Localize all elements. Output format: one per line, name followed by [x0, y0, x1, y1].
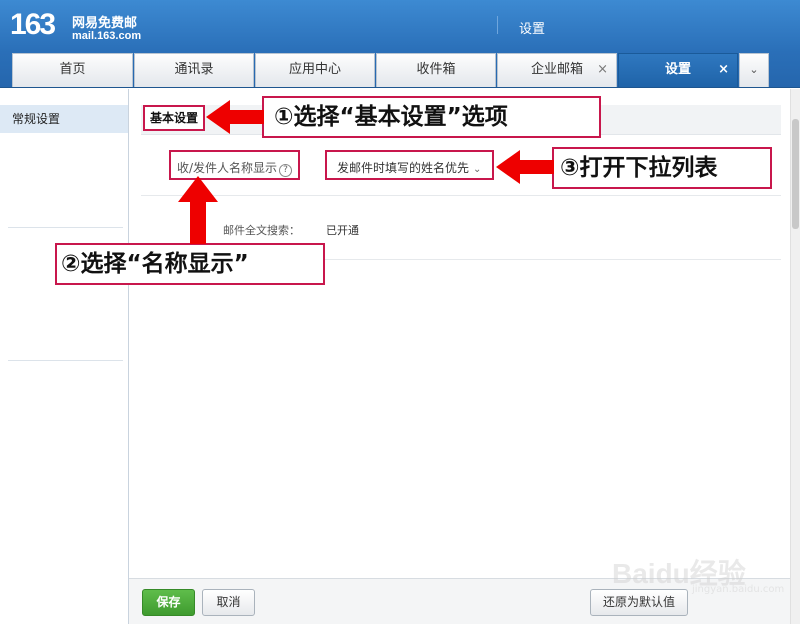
tab-contacts[interactable]: 通讯录 — [134, 53, 254, 87]
tab-inbox[interactable]: 收件箱 — [376, 53, 496, 87]
fulltext-search-label: 邮件全文搜索： — [223, 224, 300, 237]
header-title: 设置 — [519, 22, 546, 37]
cancel-button[interactable]: 取消 — [202, 589, 255, 616]
annotation-highlight-dropdown — [325, 150, 494, 180]
tab-app-center[interactable]: 应用中心 — [255, 53, 375, 87]
sidebar-item-general-settings[interactable]: 常规设置 — [0, 105, 128, 133]
tab-label: 通讯录 — [174, 62, 214, 77]
tab-more-button[interactable]: ⌄ — [739, 53, 769, 87]
sidebar-divider — [8, 360, 123, 361]
scrollbar[interactable] — [790, 89, 800, 624]
logo-slogan: 网易免费邮 — [72, 16, 138, 31]
fulltext-search-status: 已开通 — [326, 224, 359, 237]
tab-home[interactable]: 首页 — [12, 53, 133, 87]
tab-label: 收件箱 — [416, 62, 456, 77]
sidebar-divider — [8, 227, 123, 228]
close-icon[interactable]: × — [718, 54, 729, 86]
tab-label: 设置 — [664, 62, 691, 77]
tab-label: 首页 — [59, 62, 86, 77]
annotation-step-name-display: ②选择“名称显示” — [55, 243, 325, 285]
annotation-step2-dropdown: ③打开下拉列表 — [552, 147, 772, 189]
tab-settings[interactable]: 设置 × — [618, 53, 738, 87]
row-divider — [141, 195, 781, 196]
logo[interactable]: 163 网易免费邮 mail.163.com — [10, 8, 150, 44]
save-button[interactable]: 保存 — [142, 589, 195, 616]
reset-default-button[interactable]: 还原为默认值 — [590, 589, 688, 616]
header-divider — [497, 16, 498, 34]
tab-label: 应用中心 — [288, 62, 341, 77]
watermark-sub: jingyan.baidu.com — [692, 584, 785, 595]
arrow-left-icon — [206, 100, 264, 134]
baidu-watermark: Baidu经验 jingyan.baidu.com — [612, 528, 784, 595]
sidebar: 常规设置 — [0, 89, 129, 624]
tab-enterprise-mail[interactable]: 企业邮箱 × — [497, 53, 617, 87]
arrow-up-icon — [178, 176, 218, 244]
close-icon[interactable]: × — [597, 54, 608, 86]
section-title: 基本设置 — [149, 111, 198, 125]
annotation-step1: ①选择“基本设置”选项 — [262, 96, 601, 138]
scrollbar-thumb[interactable] — [792, 119, 799, 229]
tab-label: 企业邮箱 — [530, 62, 583, 77]
logo-domain: mail.163.com — [72, 30, 142, 42]
app-header: 163 网易免费邮 mail.163.com 设置 首页 通讯录 应用中心 收件… — [0, 0, 800, 88]
chevron-down-icon: ⌄ — [749, 63, 759, 76]
annotation-section-title[interactable]: 基本设置 — [143, 105, 205, 131]
logo-number: 163 — [10, 8, 56, 41]
arrow-left-icon — [496, 150, 554, 184]
sidebar-item-label: 常规设置 — [12, 112, 61, 126]
